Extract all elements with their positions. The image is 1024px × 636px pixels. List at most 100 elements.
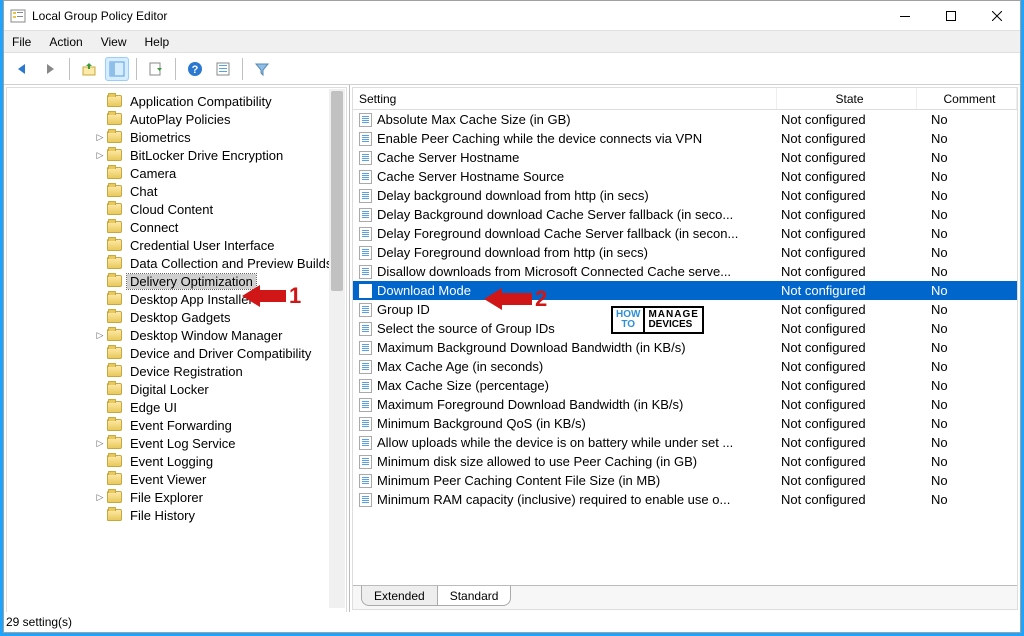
tree-item[interactable]: Cloud Content — [7, 200, 346, 218]
settings-row[interactable]: Delay Background download Cache Server f… — [353, 205, 1017, 224]
tree-item-label: Digital Locker — [127, 382, 212, 397]
tree-item[interactable]: Desktop Gadgets — [7, 308, 346, 326]
setting-name: Absolute Max Cache Size (in GB) — [377, 112, 777, 127]
tree-item[interactable]: Desktop App Installer — [7, 290, 346, 308]
tree-item[interactable]: ▷ BitLocker Drive Encryption — [7, 146, 346, 164]
setting-comment: No — [917, 359, 1017, 374]
settings-row[interactable]: Download ModeNot configuredNo — [353, 281, 1017, 300]
menu-action[interactable]: Action — [49, 35, 82, 49]
setting-state: Not configured — [777, 492, 917, 507]
settings-row[interactable]: Max Cache Size (percentage)Not configure… — [353, 376, 1017, 395]
tree-item[interactable]: Event Viewer — [7, 470, 346, 488]
filter-button[interactable] — [250, 57, 274, 81]
folder-icon — [107, 293, 122, 305]
tree-item[interactable]: Credential User Interface — [7, 236, 346, 254]
tab-extended[interactable]: Extended — [361, 586, 438, 606]
tree-item[interactable]: Device and Driver Compatibility — [7, 344, 346, 362]
tree-item[interactable]: Application Compatibility — [7, 92, 346, 110]
tree-item[interactable]: ▷ File Explorer — [7, 488, 346, 506]
folder-icon — [107, 347, 122, 359]
setting-name: Allow uploads while the device is on bat… — [377, 435, 777, 450]
title-bar: Local Group Policy Editor — [4, 1, 1020, 31]
maximize-button[interactable] — [928, 1, 974, 30]
tree-item-label: File Explorer — [127, 490, 206, 505]
tree-item-label: BitLocker Drive Encryption — [127, 148, 286, 163]
tree-item[interactable]: Edge UI — [7, 398, 346, 416]
settings-row[interactable]: Cache Server HostnameNot configuredNo — [353, 148, 1017, 167]
list-header: Setting State Comment — [353, 88, 1017, 110]
settings-row[interactable]: Allow uploads while the device is on bat… — [353, 433, 1017, 452]
properties-button[interactable] — [211, 57, 235, 81]
tree-item[interactable]: Event Forwarding — [7, 416, 346, 434]
help-button[interactable]: ? — [183, 57, 207, 81]
app-icon — [10, 8, 26, 24]
setting-comment: No — [917, 302, 1017, 317]
expander-icon[interactable]: ▷ — [93, 330, 107, 341]
minimize-button[interactable] — [882, 1, 928, 30]
bottom-tabs: Extended Standard — [353, 585, 1017, 609]
menu-help[interactable]: Help — [145, 35, 170, 49]
column-state[interactable]: State — [777, 88, 917, 109]
settings-row[interactable]: Delay Foreground download Cache Server f… — [353, 224, 1017, 243]
settings-row[interactable]: Delay background download from http (in … — [353, 186, 1017, 205]
tree-item-label: Connect — [127, 220, 181, 235]
tree-item[interactable]: AutoPlay Policies — [7, 110, 346, 128]
expander-icon[interactable]: ▷ — [93, 438, 107, 449]
settings-row[interactable]: Max Cache Age (in seconds)Not configured… — [353, 357, 1017, 376]
menu-view[interactable]: View — [101, 35, 127, 49]
tree-item-label: Cloud Content — [127, 202, 216, 217]
tree-item[interactable]: ▷Desktop Window Manager — [7, 326, 346, 344]
tree-item[interactable]: Delivery Optimization — [7, 272, 346, 290]
settings-row[interactable]: Disallow downloads from Microsoft Connec… — [353, 262, 1017, 281]
settings-row[interactable]: Enable Peer Caching while the device con… — [353, 129, 1017, 148]
settings-row[interactable]: Minimum disk size allowed to use Peer Ca… — [353, 452, 1017, 471]
tree-item[interactable]: ▷Biometrics — [7, 128, 346, 146]
tree-item[interactable]: Event Logging — [7, 452, 346, 470]
setting-name: Max Cache Size (percentage) — [377, 378, 777, 393]
column-setting[interactable]: Setting — [353, 88, 777, 109]
settings-row[interactable]: Minimum Peer Caching Content File Size (… — [353, 471, 1017, 490]
settings-row[interactable]: Cache Server Hostname SourceNot configur… — [353, 167, 1017, 186]
setting-comment: No — [917, 378, 1017, 393]
settings-list[interactable]: Absolute Max Cache Size (in GB) Not confi… — [353, 110, 1017, 585]
column-comment[interactable]: Comment — [917, 88, 1017, 109]
tree-item[interactable]: Data Collection and Preview Builds — [7, 254, 346, 272]
settings-row[interactable]: Minimum RAM capacity (inclusive) require… — [353, 490, 1017, 509]
forward-button[interactable] — [38, 57, 62, 81]
tree-item[interactable]: Chat — [7, 182, 346, 200]
policy-tree[interactable]: Application CompatibilityAutoPlay Polici… — [7, 88, 346, 524]
settings-row[interactable]: Delay Foreground download from http (in … — [353, 243, 1017, 262]
close-button[interactable] — [974, 1, 1020, 30]
tree-item[interactable]: Connect — [7, 218, 346, 236]
expander-icon[interactable]: ▷ — [93, 132, 107, 143]
tree-item[interactable]: ▷Event Log Service — [7, 434, 346, 452]
setting-icon — [353, 189, 377, 203]
folder-icon — [107, 455, 122, 467]
settings-row[interactable]: Maximum Background Download Bandwidth (i… — [353, 338, 1017, 357]
tab-standard[interactable]: Standard — [437, 586, 512, 606]
menu-file[interactable]: File — [12, 35, 31, 49]
folder-icon — [107, 185, 122, 197]
setting-icon — [353, 284, 377, 298]
up-folder-button[interactable] — [77, 57, 101, 81]
setting-comment: No — [917, 435, 1017, 450]
back-button[interactable] — [10, 57, 34, 81]
expander-icon[interactable]: ▷ — [93, 492, 107, 503]
tree-scrollbar[interactable] — [329, 89, 345, 608]
expander-icon[interactable]: ▷ — [93, 150, 107, 161]
setting-comment: No — [917, 492, 1017, 507]
tree-item-label: Camera — [127, 166, 179, 181]
export-list-button[interactable] — [144, 57, 168, 81]
status-bar: 29 setting(s) — [4, 612, 1020, 632]
setting-icon — [353, 265, 377, 279]
settings-row[interactable]: Maximum Foreground Download Bandwidth (i… — [353, 395, 1017, 414]
setting-comment: No — [917, 454, 1017, 469]
tree-item[interactable]: Device Registration — [7, 362, 346, 380]
settings-row[interactable]: Minimum Background QoS (in KB/s)Not conf… — [353, 414, 1017, 433]
settings-row[interactable]: Absolute Max Cache Size (in GB)Not confi… — [353, 110, 1017, 129]
tree-item[interactable]: File History — [7, 506, 346, 524]
setting-icon — [353, 322, 377, 336]
tree-item[interactable]: Camera — [7, 164, 346, 182]
show-hide-tree-button[interactable] — [105, 57, 129, 81]
tree-item[interactable]: Digital Locker — [7, 380, 346, 398]
